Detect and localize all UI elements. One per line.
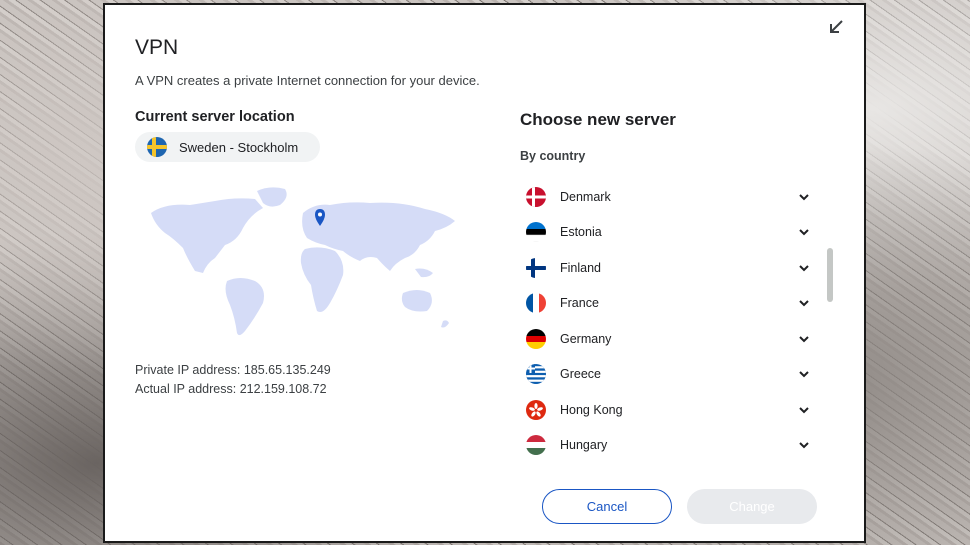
country-row-france[interactable]: France bbox=[520, 286, 820, 322]
chevron-down-icon[interactable] bbox=[794, 400, 814, 420]
change-button[interactable]: Change bbox=[687, 489, 817, 524]
chevron-down-icon[interactable] bbox=[794, 364, 814, 384]
choose-server-title: Choose new server bbox=[520, 110, 676, 129]
country-row-denmark[interactable]: Denmark bbox=[520, 179, 820, 215]
dialog-subtitle: A VPN creates a private Internet connect… bbox=[135, 73, 480, 88]
collapse-arrow-icon[interactable] bbox=[826, 17, 846, 37]
world-map bbox=[151, 187, 455, 336]
vpn-dialog: VPN A VPN creates a private Internet con… bbox=[103, 3, 866, 543]
current-location-text: Sweden - Stockholm bbox=[179, 139, 299, 155]
country-name: Denmark bbox=[560, 189, 611, 204]
country-list: Denmark Estonia Finland France Germany G… bbox=[520, 179, 820, 463]
denmark-flag-icon bbox=[526, 186, 546, 207]
finland-flag-icon bbox=[526, 257, 546, 278]
hong-kong-flag-icon bbox=[526, 399, 546, 420]
country-name: France bbox=[560, 296, 599, 311]
country-name: Germany bbox=[560, 331, 612, 346]
country-row-greece[interactable]: Greece bbox=[520, 357, 820, 393]
country-row-hong-kong[interactable]: Hong Kong bbox=[520, 392, 820, 428]
estonia-flag-icon bbox=[526, 222, 546, 243]
chevron-down-icon[interactable] bbox=[794, 329, 814, 349]
current-location-label: Current server location bbox=[135, 109, 295, 125]
country-name: Estonia bbox=[560, 225, 602, 240]
country-name: Greece bbox=[560, 367, 601, 382]
private-ip-text: Private IP address: 185.65.135.249 bbox=[135, 363, 331, 377]
country-list-scrollbar[interactable] bbox=[827, 248, 833, 302]
country-row-germany[interactable]: Germany bbox=[520, 321, 820, 357]
dialog-title: VPN bbox=[135, 36, 179, 59]
country-name: Finland bbox=[560, 260, 601, 275]
country-row-hungary[interactable]: Hungary bbox=[520, 428, 820, 464]
country-row-finland[interactable]: Finland bbox=[520, 250, 820, 286]
country-row-estonia[interactable]: Estonia bbox=[520, 215, 820, 251]
actual-ip-text: Actual IP address: 212.159.108.72 bbox=[135, 382, 327, 396]
chevron-down-icon[interactable] bbox=[794, 293, 814, 313]
hungary-flag-icon bbox=[526, 435, 546, 456]
by-country-label: By country bbox=[520, 149, 586, 163]
chevron-down-icon[interactable] bbox=[794, 187, 814, 207]
country-name: Hungary bbox=[560, 438, 608, 453]
country-name: Hong Kong bbox=[560, 402, 623, 417]
chevron-down-icon[interactable] bbox=[794, 258, 814, 278]
cancel-button[interactable]: Cancel bbox=[542, 489, 672, 524]
france-flag-icon bbox=[526, 293, 546, 314]
chevron-down-icon[interactable] bbox=[794, 435, 814, 455]
current-location-chip: Sweden - Stockholm bbox=[135, 132, 321, 162]
greece-flag-icon bbox=[526, 364, 546, 385]
sweden-flag-icon bbox=[147, 137, 167, 157]
chevron-down-icon[interactable] bbox=[794, 222, 814, 242]
germany-flag-icon bbox=[526, 328, 546, 349]
